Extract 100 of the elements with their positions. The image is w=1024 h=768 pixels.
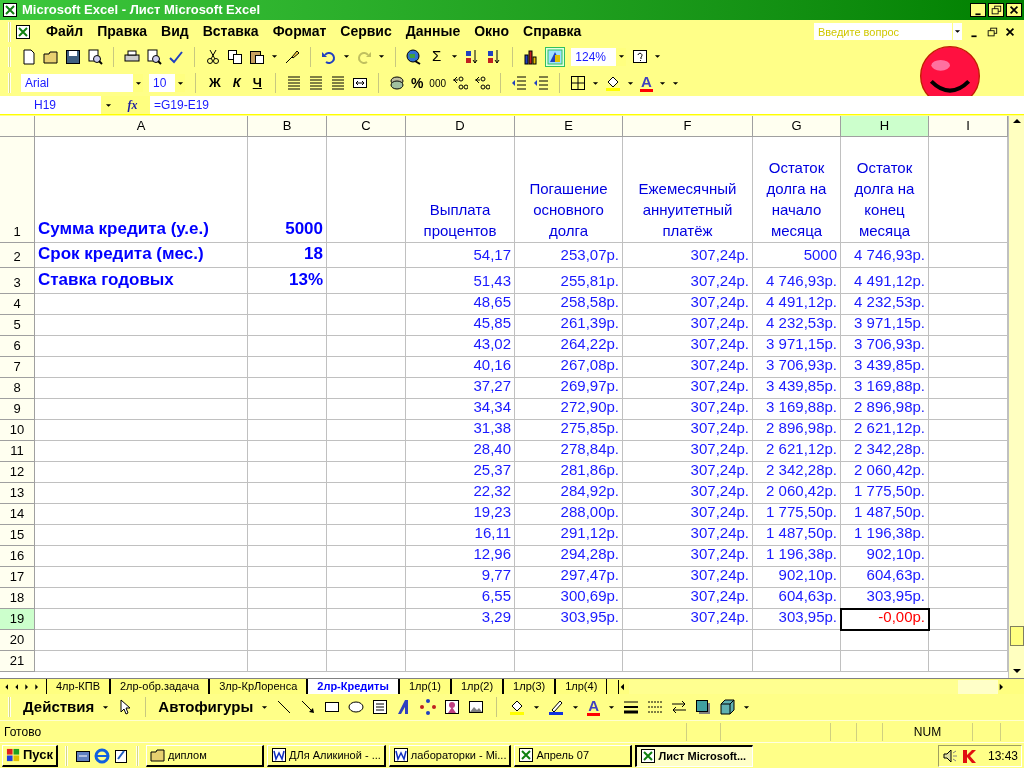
- copy-icon[interactable]: [227, 48, 243, 65]
- sheet-tab[interactable]: 1лр(2): [451, 679, 504, 694]
- font-size-field[interactable]: 10: [149, 74, 185, 92]
- caret-icon[interactable]: [261, 704, 269, 710]
- actions-menu[interactable]: Действия: [23, 695, 95, 719]
- sheet-tab[interactable]: 4лр-КПВ: [46, 679, 110, 694]
- decrease-decimal-icon[interactable]: [474, 75, 491, 91]
- menu-item[interactable]: Справка: [516, 21, 589, 42]
- text-box-icon[interactable]: [372, 699, 389, 715]
- column-header[interactable]: C: [327, 116, 406, 137]
- column-header[interactable]: A: [35, 116, 248, 137]
- chart-icon[interactable]: [523, 48, 540, 65]
- caret-icon[interactable]: [617, 54, 625, 59]
- print-icon[interactable]: [124, 48, 140, 65]
- caret-icon[interactable]: [378, 54, 385, 59]
- paste-icon[interactable]: [249, 48, 265, 65]
- row-header[interactable]: 4: [0, 294, 35, 315]
- caret-icon[interactable]: [104, 102, 112, 108]
- browser-icon[interactable]: [94, 747, 110, 764]
- folder-icon[interactable]: [43, 48, 59, 65]
- sheet-tab[interactable]: 1лр(4): [555, 679, 608, 694]
- taskbar-button[interactable]: Апрель 07: [514, 744, 633, 767]
- vertical-scrollbar[interactable]: [1008, 116, 1024, 678]
- borders-icon[interactable]: [570, 75, 587, 91]
- caret-icon[interactable]: [572, 704, 580, 710]
- caret-icon[interactable]: [592, 80, 600, 86]
- row-header[interactable]: 10: [0, 420, 35, 441]
- close-icon[interactable]: [1004, 25, 1016, 38]
- save-icon[interactable]: [65, 48, 81, 65]
- spreadsheet-icon[interactable]: [15, 23, 31, 40]
- row-header[interactable]: 9: [0, 399, 35, 420]
- formula-field[interactable]: =G19-E19: [150, 96, 1024, 114]
- row-header[interactable]: 12: [0, 462, 35, 483]
- row-header[interactable]: 17: [0, 567, 35, 588]
- image-icon[interactable]: [468, 699, 485, 715]
- brush-icon[interactable]: [284, 48, 300, 65]
- sum-button[interactable]: Σ: [428, 45, 446, 68]
- caret-icon[interactable]: [271, 54, 278, 59]
- row-header[interactable]: 11: [0, 441, 35, 462]
- dash-style-icon[interactable]: [647, 699, 664, 715]
- globe-icon[interactable]: [406, 48, 422, 65]
- line-style-icon[interactable]: [623, 699, 640, 715]
- arrow-style-icon[interactable]: [671, 699, 688, 715]
- taskbar-button[interactable]: диплом: [146, 744, 264, 767]
- increase-decimal-icon[interactable]: [452, 75, 469, 91]
- merge-icon[interactable]: [351, 75, 368, 91]
- column-header[interactable]: D: [406, 116, 515, 137]
- caret-icon[interactable]: [627, 80, 635, 86]
- row-header[interactable]: 5: [0, 315, 35, 336]
- sheet-tab[interactable]: 1лр(1): [398, 679, 451, 694]
- help-field[interactable]: Введите вопрос: [814, 23, 952, 40]
- caret-icon[interactable]: [954, 29, 961, 34]
- cut-icon[interactable]: [205, 48, 221, 65]
- row-header[interactable]: 19: [0, 609, 35, 630]
- speaker-icon[interactable]: [942, 747, 958, 764]
- menu-item[interactable]: Вид: [154, 21, 196, 42]
- caret-icon[interactable]: [743, 704, 751, 710]
- help-icon[interactable]: [632, 48, 649, 65]
- shadow-icon[interactable]: [695, 699, 712, 715]
- sheet-tab[interactable]: 1лр(3): [503, 679, 556, 694]
- currency-icon[interactable]: [388, 75, 405, 91]
- caret-icon[interactable]: [343, 54, 350, 59]
- menu-item[interactable]: Окно: [467, 21, 517, 42]
- taskbar-button[interactable]: лабораторки - Mi...: [388, 744, 512, 767]
- select-all-corner[interactable]: [0, 116, 35, 137]
- taskbar-button[interactable]: Лист Microsoft...: [635, 744, 754, 767]
- font-field[interactable]: Arial: [21, 74, 143, 92]
- taskbar-button[interactable]: ДЛя Аликиной - ...: [267, 744, 386, 767]
- column-header[interactable]: G: [753, 116, 841, 137]
- caret-icon[interactable]: [102, 704, 110, 710]
- fill-color-icon[interactable]: [509, 699, 526, 715]
- caret-icon[interactable]: [533, 704, 541, 710]
- new-document-icon[interactable]: [21, 48, 37, 65]
- zoom-field[interactable]: 124%: [571, 47, 627, 66]
- row-header[interactable]: 21: [0, 651, 35, 672]
- menu-item[interactable]: Данные: [398, 21, 468, 42]
- row-header[interactable]: 20: [0, 630, 35, 651]
- sheet-tab[interactable]: 2лр-Кредиты: [307, 679, 399, 694]
- column-header[interactable]: F: [623, 116, 753, 137]
- caret-icon[interactable]: [608, 704, 616, 710]
- arrow-icon[interactable]: [300, 699, 317, 715]
- minimize-icon[interactable]: [970, 3, 986, 17]
- line-color-icon[interactable]: [548, 699, 565, 715]
- sheet-tab[interactable]: 2лр-обр.задача: [109, 679, 210, 694]
- menu-item[interactable]: Файл: [39, 21, 91, 42]
- row-header[interactable]: 6: [0, 336, 35, 357]
- row-header[interactable]: 8: [0, 378, 35, 399]
- notepad-icon[interactable]: [113, 747, 129, 764]
- restore-icon[interactable]: [986, 25, 998, 38]
- font-color-button[interactable]: A: [587, 698, 601, 716]
- rectangle-icon[interactable]: [324, 699, 341, 715]
- align-right-icon[interactable]: [329, 75, 346, 91]
- align-left-icon[interactable]: [285, 75, 302, 91]
- line-icon[interactable]: [276, 699, 293, 715]
- bold-button[interactable]: Ж: [206, 73, 224, 93]
- menu-item[interactable]: Правка: [90, 21, 155, 42]
- caret-icon[interactable]: [654, 54, 662, 59]
- row-header[interactable]: 14: [0, 504, 35, 525]
- row-header[interactable]: 3: [0, 268, 35, 294]
- font-color-button[interactable]: A: [640, 74, 653, 92]
